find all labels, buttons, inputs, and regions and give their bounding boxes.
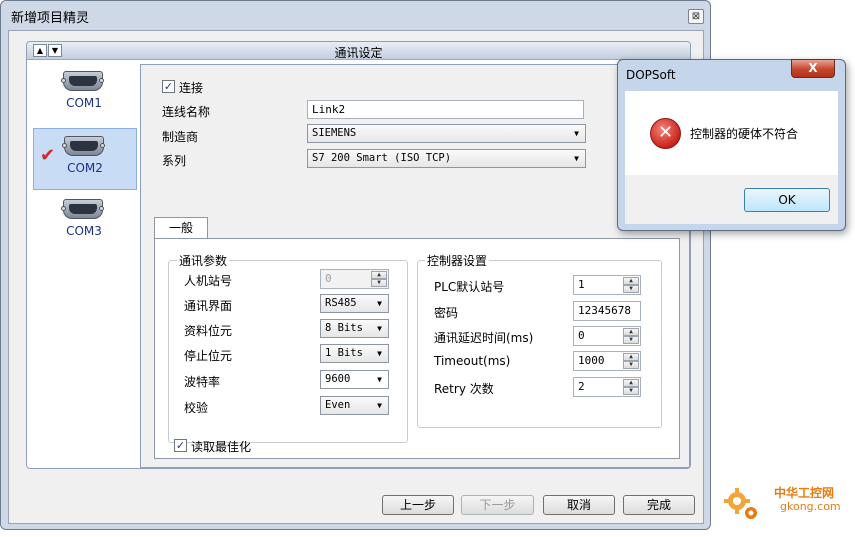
spin-down-icon[interactable]: ▼ (623, 336, 639, 344)
interface-value: RS485 (325, 297, 357, 309)
ok-button[interactable]: OK (744, 188, 830, 212)
comm-delay-label: 通讯延迟时间(ms) (434, 331, 534, 345)
serial-port-icon (61, 199, 104, 219)
timeout-label: Timeout(ms) (434, 354, 511, 368)
serial-port-icon (62, 136, 105, 156)
chevron-down-icon: ▼ (574, 129, 579, 138)
chevron-down-icon: ▼ (377, 349, 382, 358)
manufacturer-value: SIEMENS (312, 127, 357, 139)
close-icon[interactable]: ⊠ (688, 9, 704, 24)
comm-settings-frame: ▲ ▼ 通讯设定 COM1 ✔ COM2 COM3 ✓ 连接 连线名称 Link… (26, 41, 691, 469)
general-tab-panel: 通讯参数 人机站号 0 ▲ ▼ 通讯界面 RS485 ▼ 资料位元 8 Bits… (154, 238, 680, 459)
window-client-area: ▲ ▼ 通讯设定 COM1 ✔ COM2 COM3 ✓ 连接 连线名称 Link… (8, 30, 704, 524)
timeout-value: 1000 (578, 354, 605, 367)
hmi-station-value: 0 (325, 272, 332, 285)
data-bits-select[interactable]: 8 Bits ▼ (320, 319, 389, 338)
password-label: 密码 (434, 306, 459, 320)
prev-button[interactable]: 上一步 (382, 495, 454, 515)
connect-checkbox[interactable]: ✓ (162, 80, 175, 93)
spin-up-icon[interactable]: ▲ (623, 328, 639, 336)
baud-rate-select[interactable]: 9600 ▼ (320, 370, 389, 389)
hmi-station-label: 人机站号 (184, 274, 233, 288)
comm-delay-spinner[interactable]: 0 ▲ ▼ (573, 326, 641, 346)
link-name-label: 连线名称 (162, 105, 211, 119)
spin-down-icon: ▼ (371, 279, 387, 287)
gear-icon (724, 488, 757, 519)
retry-value: 2 (578, 380, 585, 393)
dialog-title: DOPSoft (626, 68, 676, 82)
com-port-com3[interactable]: COM3 (33, 192, 137, 254)
com-port-label: COM1 (66, 96, 102, 110)
chevron-down-icon: ▼ (377, 299, 382, 308)
optimize-checkbox[interactable]: ✓ (174, 439, 187, 452)
watermark-subtext: gkong.com (780, 500, 841, 513)
window-title: 新增项目精灵 (11, 11, 90, 26)
connection-settings-panel: ✓ 连接 连线名称 Link2 制造商 SIEMENS ▼ 系列 S7 200 … (140, 64, 690, 468)
com-port-label: COM2 (67, 161, 103, 175)
dialog-body: ✕ 控制器的硬体不符合 (625, 91, 838, 175)
chevron-down-icon: ▼ (377, 324, 382, 333)
chevron-down-icon: ▼ (574, 154, 579, 163)
spin-up-icon[interactable]: ▲ (623, 379, 639, 387)
series-select[interactable]: S7 200 Smart (ISO TCP) ▼ (307, 149, 586, 168)
spin-down-icon[interactable]: ▼ (623, 361, 639, 369)
chevron-down-icon: ▼ (377, 401, 382, 410)
connect-label: 连接 (179, 81, 204, 95)
controller-settings-title: 控制器设置 (425, 252, 490, 269)
cancel-button[interactable]: 取消 (543, 495, 615, 515)
chevron-down-icon: ▼ (377, 375, 382, 384)
retry-label: Retry 次数 (434, 382, 494, 396)
plc-station-value: 1 (578, 278, 585, 291)
spin-up-icon[interactable]: ▲ (623, 353, 639, 361)
optimize-label: 读取最佳化 (191, 440, 252, 454)
wizard-window: 新增项目精灵 ⊠ ▲ ▼ 通讯设定 COM1 ✔ COM2 COM3 ✓ 连接 … (0, 0, 711, 530)
dialog-message: 控制器的硬体不符合 (690, 127, 799, 141)
next-button: 下一步 (461, 495, 534, 515)
close-icon[interactable]: X (791, 59, 835, 78)
serial-port-icon (61, 71, 104, 91)
dialog-footer: OK (625, 175, 838, 224)
comm-settings-title: 通讯设定 (334, 46, 383, 60)
com-port-com1[interactable]: COM1 (33, 64, 137, 126)
finish-button[interactable]: 完成 (623, 495, 695, 515)
stop-bits-select[interactable]: 1 Bits ▼ (320, 344, 389, 363)
interface-label: 通讯界面 (184, 299, 233, 313)
spin-down-icon[interactable]: ▼ (623, 387, 639, 395)
manufacturer-label: 制造商 (162, 130, 199, 144)
baud-rate-value: 9600 (325, 373, 351, 385)
retry-spinner[interactable]: 2 ▲ ▼ (573, 377, 641, 397)
parity-select[interactable]: Even ▼ (320, 396, 389, 415)
stop-bits-value: 1 Bits (325, 347, 363, 359)
spin-up-icon: ▲ (371, 271, 387, 279)
comm-params-title: 通讯参数 (177, 252, 230, 269)
plc-station-spinner[interactable]: 1 ▲ ▼ (573, 275, 641, 295)
timeout-spinner[interactable]: 1000 ▲ ▼ (573, 351, 641, 371)
com-port-com2[interactable]: ✔ COM2 (33, 128, 137, 190)
hmi-station-spinner: 0 ▲ ▼ (320, 269, 389, 289)
tab-general[interactable]: 一般 (154, 217, 208, 239)
link-name-field[interactable]: Link2 (307, 100, 584, 119)
spin-down-icon[interactable]: ▼ (623, 285, 639, 293)
com-port-label: COM3 (66, 224, 102, 238)
data-bits-value: 8 Bits (325, 322, 363, 334)
comm-settings-header: ▲ ▼ 通讯设定 (27, 42, 690, 60)
watermark-text: 中华工控网 (774, 486, 835, 500)
plc-station-label: PLC默认站号 (434, 280, 505, 294)
parity-value: Even (325, 399, 351, 411)
comm-delay-value: 0 (578, 329, 585, 342)
manufacturer-select[interactable]: SIEMENS ▼ (307, 124, 586, 143)
series-value: S7 200 Smart (ISO TCP) (312, 152, 452, 164)
password-field[interactable]: 12345678 (573, 301, 641, 321)
interface-select[interactable]: RS485 ▼ (320, 294, 389, 313)
parity-label: 校验 (184, 401, 209, 415)
stop-bits-label: 停止位元 (184, 349, 233, 363)
spin-up-icon[interactable]: ▲ (623, 277, 639, 285)
baud-rate-label: 波特率 (184, 375, 221, 389)
series-label: 系列 (162, 154, 187, 168)
error-icon: ✕ (650, 118, 681, 149)
error-dialog: DOPSoft X ✕ 控制器的硬体不符合 OK (617, 59, 846, 231)
data-bits-label: 资料位元 (184, 324, 233, 338)
